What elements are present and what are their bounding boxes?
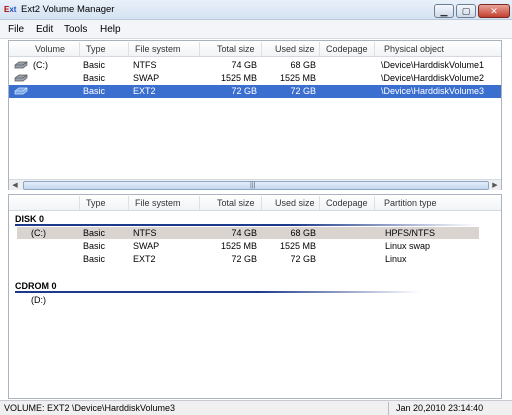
volume-cell: (D:) <box>31 295 46 305</box>
disk-list-header: Type File system Total size Used size Co… <box>9 195 501 211</box>
status-divider <box>388 402 389 415</box>
volume-list-header: Volume Type File system Total size Used … <box>9 41 501 57</box>
total-cell: 72 GB <box>231 254 257 264</box>
col-filesystem[interactable]: File system <box>135 44 181 54</box>
minimize-icon: ▁ <box>440 6 448 16</box>
horizontal-scrollbar[interactable]: ◀ ||| ▶ <box>9 179 501 190</box>
column-divider <box>79 42 80 56</box>
volume-list[interactable]: Volume Type File system Total size Used … <box>8 40 502 190</box>
partition-row[interactable]: Basic EXT2 72 GB 72 GB Linux <box>17 253 479 265</box>
fs-cell: EXT2 <box>133 86 156 96</box>
column-divider <box>128 196 129 210</box>
menu-edit[interactable]: Edit <box>36 24 53 35</box>
col-used-size[interactable]: Used size <box>275 44 315 54</box>
col-codepage[interactable]: Codepage <box>326 198 368 208</box>
col-physical-object[interactable]: Physical object <box>384 44 444 54</box>
fs-cell: EXT2 <box>133 254 156 264</box>
drive-icon <box>14 61 28 69</box>
cdrom-0-title: CDROM 0 <box>15 281 57 291</box>
object-cell: \Device\HarddiskVolume3 <box>381 86 485 96</box>
column-divider <box>319 42 320 56</box>
fs-cell: SWAP <box>133 241 160 251</box>
ptype-cell: Linux <box>385 254 407 264</box>
used-cell: 68 GB <box>290 60 316 70</box>
maximize-button[interactable]: ▢ <box>456 4 476 18</box>
disk-list[interactable]: Type File system Total size Used size Co… <box>8 194 502 399</box>
type-cell: Basic <box>83 241 106 251</box>
total-cell: 72 GB <box>231 86 257 96</box>
col-partition-type[interactable]: Partition type <box>384 198 437 208</box>
col-codepage[interactable]: Codepage <box>326 44 368 54</box>
used-cell: 72 GB <box>290 254 316 264</box>
cdrom-0-divider <box>15 291 420 293</box>
drive-icon <box>14 74 28 82</box>
total-cell: 1525 MB <box>220 241 257 251</box>
used-cell: 72 GB <box>290 86 316 96</box>
type-cell: Basic <box>83 86 106 96</box>
volume-row-selected[interactable]: Basic EXT2 72 GB 72 GB \Device\HarddiskV… <box>9 85 501 98</box>
col-volume[interactable]: Volume <box>35 44 65 54</box>
column-divider <box>79 196 80 210</box>
column-divider <box>261 196 262 210</box>
fs-cell: NTFS <box>133 60 157 70</box>
partition-row[interactable]: Basic SWAP 1525 MB 1525 MB Linux swap <box>17 240 479 252</box>
menu-bar: File Edit Tools Help <box>0 20 512 39</box>
fs-cell: NTFS <box>133 228 157 238</box>
used-cell: 68 GB <box>290 228 316 238</box>
col-total-size[interactable]: Total size <box>217 44 255 54</box>
volume-row[interactable]: (C:) Basic NTFS 74 GB 68 GB \Device\Hard… <box>9 59 501 72</box>
app-icon: Ext <box>4 5 17 14</box>
menu-help[interactable]: Help <box>100 24 121 35</box>
scroll-thumb[interactable]: ||| <box>23 181 489 190</box>
maximize-icon: ▢ <box>461 6 471 16</box>
partition-row[interactable]: (D:) <box>17 294 479 306</box>
col-type[interactable]: Type <box>86 198 106 208</box>
close-button[interactable]: ✕ <box>478 4 510 18</box>
minimize-button[interactable]: ▁ <box>434 4 454 18</box>
col-used-size[interactable]: Used size <box>275 198 315 208</box>
column-divider <box>128 42 129 56</box>
total-cell: 1525 MB <box>220 73 257 83</box>
scroll-left-icon[interactable]: ◀ <box>9 180 21 191</box>
grip-icon: ||| <box>250 182 256 189</box>
ptype-cell: Linux swap <box>385 241 431 251</box>
column-divider <box>261 42 262 56</box>
col-total-size[interactable]: Total size <box>217 198 255 208</box>
volume-cell: (C:) <box>33 60 48 70</box>
type-cell: Basic <box>83 73 106 83</box>
object-cell: \Device\HarddiskVolume2 <box>381 73 485 83</box>
fs-cell: SWAP <box>133 73 160 83</box>
total-cell: 74 GB <box>231 60 257 70</box>
title-bar: Ext Ext2 Volume Manager ▁ ▢ ✕ <box>0 0 512 20</box>
status-datetime: Jan 20,2010 23:14:40 <box>396 403 484 413</box>
column-divider <box>319 196 320 210</box>
used-cell: 1525 MB <box>279 73 316 83</box>
object-cell: \Device\HarddiskVolume1 <box>381 60 485 70</box>
used-cell: 1525 MB <box>279 241 316 251</box>
column-divider <box>199 196 200 210</box>
close-icon: ✕ <box>490 6 498 16</box>
status-bar: VOLUME: EXT2 \Device\HarddiskVolume3 Jan… <box>0 400 512 415</box>
menu-tools[interactable]: Tools <box>64 24 87 35</box>
col-type[interactable]: Type <box>86 44 106 54</box>
column-divider <box>374 196 375 210</box>
col-filesystem[interactable]: File system <box>135 198 181 208</box>
drive-icon <box>14 87 28 95</box>
volume-cell: (C:) <box>31 228 46 238</box>
scroll-right-icon[interactable]: ▶ <box>489 180 501 191</box>
total-cell: 74 GB <box>231 228 257 238</box>
type-cell: Basic <box>83 228 106 238</box>
partition-row[interactable]: (C:) Basic NTFS 74 GB 68 GB HPFS/NTFS <box>17 227 479 239</box>
status-volume: VOLUME: EXT2 \Device\HarddiskVolume3 <box>4 403 176 413</box>
ptype-cell: HPFS/NTFS <box>385 228 436 238</box>
column-divider <box>199 42 200 56</box>
type-cell: Basic <box>83 60 106 70</box>
disk-0-title: DISK 0 <box>15 214 45 224</box>
menu-file[interactable]: File <box>8 24 24 35</box>
type-cell: Basic <box>83 254 106 264</box>
window-title: Ext2 Volume Manager <box>21 4 115 15</box>
column-divider <box>374 42 375 56</box>
disk-0-divider <box>15 224 477 226</box>
volume-row[interactable]: Basic SWAP 1525 MB 1525 MB \Device\Hardd… <box>9 72 501 85</box>
